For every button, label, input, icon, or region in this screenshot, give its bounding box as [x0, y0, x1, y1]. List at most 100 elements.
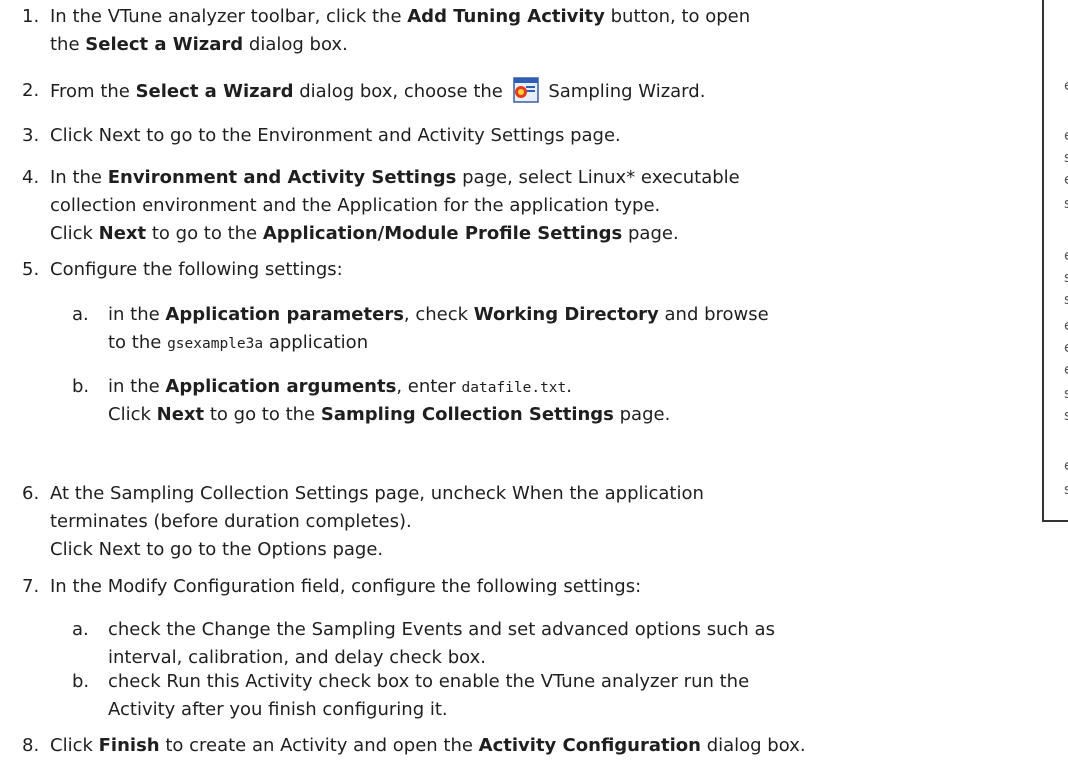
line-text: Configure the following settings: — [50, 256, 1040, 284]
text-segment: dialog box. — [243, 34, 348, 55]
line-text: in the Application parameters, check Wor… — [108, 301, 1032, 329]
emphasized-term: Next — [98, 223, 147, 244]
text-segment: to the — [108, 332, 168, 353]
text-segment: Sampling Wizard. — [542, 81, 706, 102]
emphasized-term: Sampling Collection Settings — [320, 404, 614, 425]
code-term: gsexample3a — [167, 336, 264, 352]
line-text: At the Sampling Collection Settings page… — [50, 480, 1040, 508]
text-segment: . — [566, 376, 572, 397]
sidebar-fragment: s — [1064, 150, 1068, 166]
text-segment: , check — [403, 304, 474, 325]
text-segment: page, select Linux* executable — [456, 167, 740, 188]
text-segment: interval, calibration, and delay check b… — [108, 647, 486, 668]
text-segment: Click Next to go to the Environment and … — [50, 125, 621, 146]
text-segment: , enter — [396, 376, 462, 397]
text-segment: and browse — [658, 304, 769, 325]
line-text: Click Next to go to the Application/Modu… — [50, 220, 1040, 248]
line-text: Click Next to go to the Environment and … — [50, 122, 1040, 150]
step-number: 4. — [22, 167, 40, 188]
emphasized-term: Next — [156, 404, 205, 425]
text-segment: check the Change the Sampling Events and… — [108, 619, 775, 640]
sidebar-fragment: s — [1064, 270, 1068, 286]
sidebar-fragment: e — [1064, 340, 1068, 356]
line-text: Click Next to go to the Sampling Collect… — [108, 401, 1032, 429]
line-text: In the Environment and Activity Settings… — [50, 164, 1040, 192]
text-segment: page. — [613, 404, 671, 425]
sidebar-fragment: e — [1064, 248, 1068, 264]
line-text: terminates (before duration completes). — [50, 508, 1040, 536]
text-segment: in the — [108, 376, 166, 397]
step-number: 6. — [22, 483, 40, 504]
text-segment: to create an Activity and open the — [159, 735, 479, 756]
line-text: collection environment and the Applicati… — [50, 192, 1040, 220]
sidebar-fragment: s — [1064, 386, 1068, 402]
line-text: check Run this Activity check box to ena… — [108, 668, 1032, 696]
text-segment: to go to the — [204, 404, 321, 425]
text-segment: Click — [50, 223, 99, 244]
emphasized-term: Add Tuning Activity — [407, 6, 605, 27]
emphasized-term: Activity Configuration — [478, 735, 701, 756]
text-segment: In the — [50, 167, 108, 188]
text-segment: Configure the following settings: — [50, 259, 343, 280]
emphasized-term: Finish — [98, 735, 160, 756]
text-segment: dialog box. — [700, 735, 806, 756]
step-number: 2. — [22, 80, 40, 101]
text-segment: Click — [50, 735, 99, 756]
sidebar-fragment: s — [1064, 196, 1068, 212]
line-text: In the VTune analyzer toolbar, click the… — [50, 3, 1040, 31]
sidebar-fragment: s — [1064, 292, 1068, 308]
code-term: datafile.txt — [461, 380, 567, 396]
line-text: In the Modify Configuration field, confi… — [50, 573, 1040, 601]
emphasized-term: Application arguments — [165, 376, 397, 397]
text-segment: Click — [108, 404, 157, 425]
text-segment: page. — [622, 223, 679, 244]
step-number: 1. — [22, 6, 40, 27]
text-segment: terminates (before duration completes). — [50, 511, 412, 532]
sub-step-letter: a. — [72, 619, 89, 640]
line-text: Click Next to go to the Options page. — [50, 536, 1040, 564]
step-number: 8. — [22, 735, 40, 756]
sidebar-fragment: e — [1064, 458, 1068, 474]
text-segment: Activity after you finish configuring it… — [108, 699, 448, 720]
step-number: 7. — [22, 576, 40, 597]
line-text: the Select a Wizard dialog box. — [50, 31, 1040, 59]
sub-step-letter: b. — [72, 376, 90, 397]
sidebar-fragment: e — [1064, 172, 1068, 188]
sidebar-frame: eesesesseeesses — [1042, 0, 1068, 522]
step-number: 5. — [22, 259, 40, 280]
line-text: Activity after you finish configuring it… — [108, 696, 1032, 724]
text-segment: check Run this Activity check box to ena… — [108, 671, 750, 692]
line-text: to the gsexample3a application — [108, 329, 1032, 358]
emphasized-term: Select a Wizard — [135, 81, 294, 102]
text-segment: collection environment and the Applicati… — [50, 195, 661, 216]
text-segment: At the Sampling Collection Settings page… — [50, 483, 704, 504]
sidebar-fragment: e — [1064, 362, 1068, 378]
sidebar-fragment: e — [1064, 318, 1068, 334]
text-segment: in the — [108, 304, 166, 325]
sub-step-letter: a. — [72, 304, 89, 325]
sub-step-letter: b. — [72, 671, 90, 692]
emphasized-term: Environment and Activity Settings — [107, 167, 457, 188]
line-text: in the Application arguments, enter data… — [108, 373, 1032, 402]
sidebar-fragment: e — [1064, 78, 1068, 94]
text-segment: In the VTune analyzer toolbar, click the — [50, 6, 408, 27]
line-text: From the Select a Wizard dialog box, cho… — [50, 77, 1040, 106]
emphasized-term: Application/Module Profile Settings — [262, 223, 623, 244]
line-text: check the Change the Sampling Events and… — [108, 616, 1032, 644]
text-segment: From the — [50, 81, 136, 102]
text-segment: to go to the — [146, 223, 263, 244]
emphasized-term: Working Directory — [473, 304, 659, 325]
text-segment: Click Next to go to the Options page. — [50, 539, 384, 560]
sidebar-fragment: s — [1064, 482, 1068, 498]
emphasized-term: Select a Wizard — [85, 34, 244, 55]
text-segment: dialog box, choose the — [293, 81, 509, 102]
text-segment: the — [50, 34, 86, 55]
text-segment: In the Modify Configuration field, confi… — [50, 576, 642, 597]
text-segment: application — [263, 332, 369, 353]
sampling-wizard-icon — [512, 77, 539, 103]
step-number: 3. — [22, 125, 40, 146]
line-text: Click Finish to create an Activity and o… — [50, 732, 1040, 760]
emphasized-term: Application parameters — [165, 304, 404, 325]
sidebar-fragment: e — [1064, 128, 1068, 144]
text-segment: button, to open — [604, 6, 751, 27]
